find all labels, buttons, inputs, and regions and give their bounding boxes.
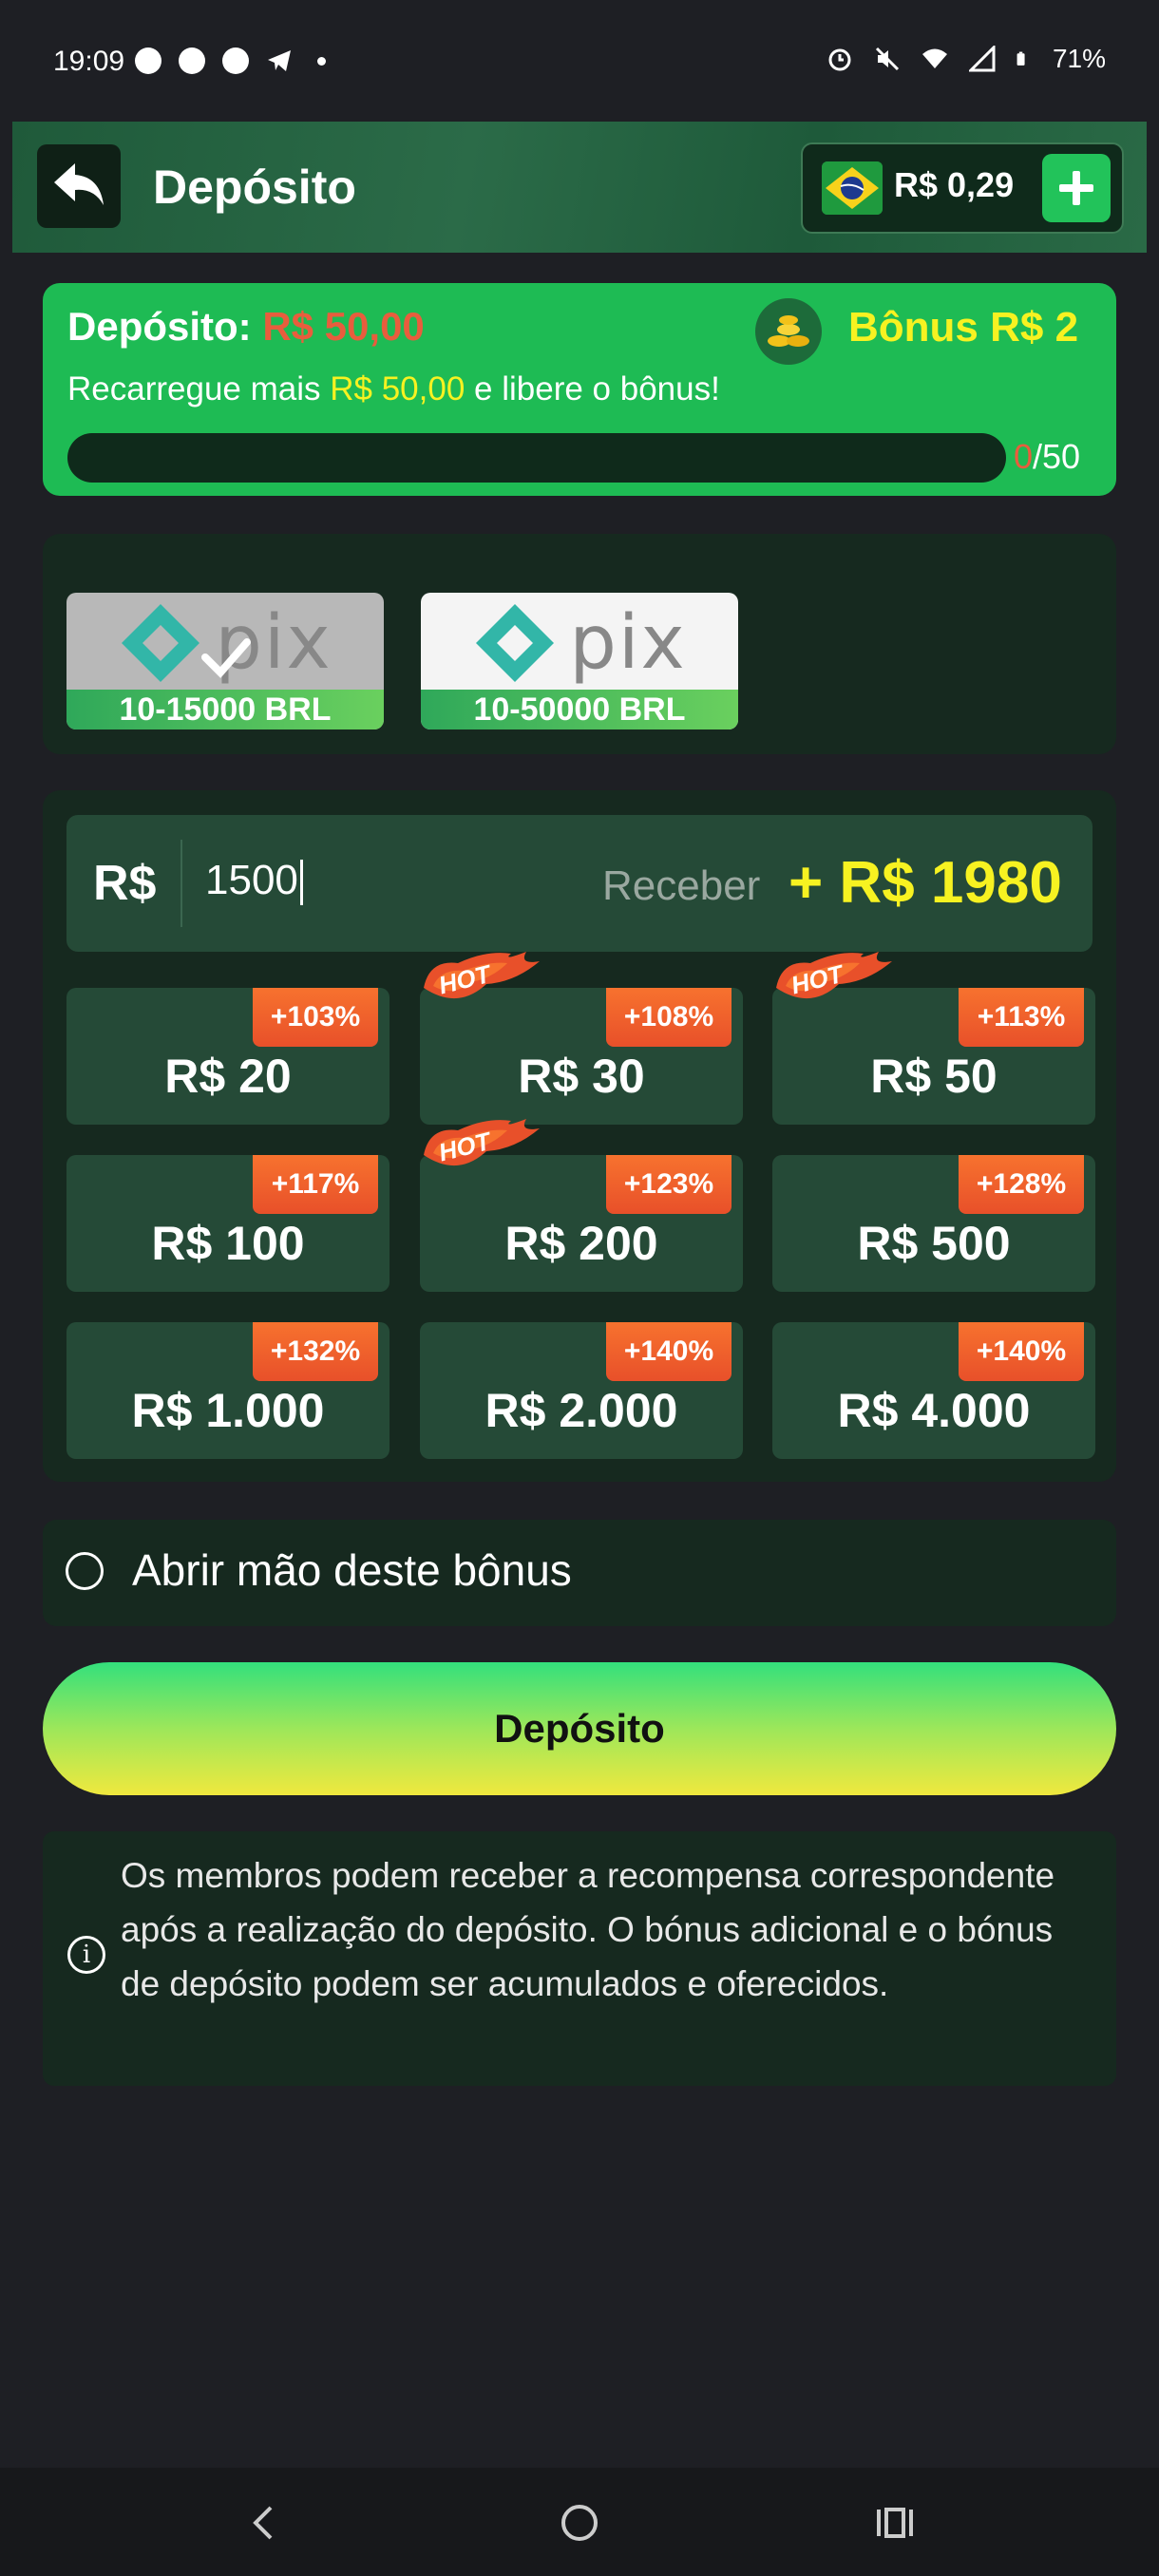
amount-panel: R$ 1500 Receber + R$ 1980 +103% R$ 20 +108…	[43, 790, 1116, 1482]
pix-brand: pix	[569, 600, 687, 686]
amount-option-value: R$ 1.000	[131, 1384, 325, 1437]
forfeit-radio[interactable]	[66, 1552, 104, 1590]
balance-widget: R$ 0,29	[801, 142, 1124, 234]
bonus-percent-badge: +113%	[959, 988, 1084, 1047]
balance-amount: R$ 0,29	[894, 165, 1015, 204]
notification-icons	[135, 47, 326, 74]
amount-option-value: R$ 20	[164, 1050, 292, 1103]
hot-badge-icon: HOT	[776, 952, 892, 999]
bonus-amount: Bônus R$ 2	[848, 304, 1079, 350]
bonus-percent-badge: +117%	[253, 1155, 378, 1214]
amount-option[interactable]: +103% R$ 20	[66, 988, 390, 1125]
back-button[interactable]	[37, 144, 121, 228]
progress-count: 0/50	[1014, 437, 1080, 477]
currency-label: R$	[93, 856, 157, 911]
info-card: i Os membros podem receber a recompensa …	[43, 1831, 1116, 2086]
payment-range: 10-15000 BRL	[66, 690, 384, 729]
amount-option[interactable]: +132% R$ 1.000	[66, 1322, 390, 1459]
deposit-label-text: Depósito:	[67, 304, 252, 349]
pix-diamond-icon	[476, 604, 555, 682]
bonus-subtitle: Recarregue mais R$ 50,00 e libere o bônu…	[67, 370, 720, 408]
deposit-button[interactable]: Depósito	[43, 1662, 1116, 1795]
back-arrow-icon	[54, 163, 104, 205]
whatsapp-icon	[135, 47, 162, 74]
brazil-flag-icon	[822, 161, 883, 215]
amount-option-value: R$ 2.000	[484, 1384, 678, 1437]
nav-recents-button[interactable]	[866, 2496, 923, 2549]
progress-total: /50	[1033, 437, 1081, 476]
payment-range: 10-50000 BRL	[421, 690, 738, 729]
amount-option[interactable]: +128% R$ 500	[772, 1155, 1095, 1292]
hot-badge-icon: HOT	[424, 1119, 540, 1166]
bonus-percent-badge: +123%	[606, 1155, 732, 1214]
page-title: Depósito	[153, 161, 356, 214]
signal-icon	[968, 46, 996, 72]
amount-option-value: R$ 200	[504, 1217, 658, 1270]
bonus-card: Depósito: R$ 50,00 Bônus R$ 2 Recarregue…	[43, 283, 1116, 496]
system-icons: 71%	[826, 44, 1106, 74]
add-balance-button[interactable]	[1042, 154, 1111, 222]
amount-option-value: R$ 100	[151, 1217, 305, 1270]
amount-option-value: R$ 4.000	[837, 1384, 1031, 1437]
amount-input-value: 1500	[205, 857, 298, 903]
app-header: Depósito R$ 0,29	[12, 122, 1147, 253]
nav-home-button[interactable]	[551, 2496, 608, 2549]
pix-diamond-icon	[122, 604, 200, 682]
bonus-percent-badge: +103%	[253, 988, 378, 1047]
payment-method-pix-2[interactable]: pix 10-50000 BRL	[421, 593, 738, 729]
hot-badge-icon: HOT	[424, 952, 540, 999]
battery-icon	[1016, 51, 1025, 66]
amount-input-row: R$ 1500 Receber + R$ 1980	[66, 815, 1092, 952]
forfeit-label: Abrir mão deste bônus	[132, 1545, 572, 1595]
amount-option[interactable]: +117% R$ 100	[66, 1155, 390, 1292]
bonus-percent-badge: +140%	[606, 1322, 732, 1381]
status-bar: 19:09 71%	[0, 0, 1159, 123]
chat-icon	[179, 47, 205, 74]
recents-icon	[877, 2508, 913, 2538]
mute-icon	[875, 47, 900, 71]
subtitle-amount: R$ 50,00	[330, 370, 466, 407]
bonus-deposit-label: Depósito: R$ 50,00	[67, 304, 425, 350]
bonus-progress-bar	[67, 433, 1006, 483]
input-divider	[180, 840, 182, 927]
home-circle-icon	[561, 2505, 598, 2541]
pix-logo: pix	[421, 593, 738, 693]
more-notifications-dot	[317, 56, 326, 66]
amount-option[interactable]: +140% R$ 2.000	[420, 1322, 743, 1459]
check-icon	[201, 638, 251, 678]
bonus-percent-badge: +108%	[606, 988, 732, 1047]
amount-option[interactable]: +140% R$ 4.000	[772, 1322, 1095, 1459]
nav-back-button[interactable]	[234, 2496, 291, 2549]
messenger-icon	[222, 47, 249, 74]
payment-methods-panel: pix 10-15000 BRL pix 10-50000 BRL	[43, 534, 1116, 754]
text-caret	[299, 860, 303, 906]
subtitle-prefix: Recarregue mais	[67, 370, 331, 407]
receive-label: Receber	[602, 862, 761, 909]
bonus-percent-badge: +132%	[253, 1322, 378, 1381]
chevron-left-icon	[253, 2506, 273, 2540]
telegram-icon	[266, 47, 293, 74]
info-text: Os membros podem receber a recompensa co…	[121, 1856, 1055, 2003]
deposit-required-value: R$ 50,00	[262, 304, 425, 349]
alarm-icon	[828, 48, 851, 71]
battery-level: 71%	[1052, 44, 1106, 73]
amount-input[interactable]: 1500	[205, 857, 303, 906]
info-icon: i	[67, 1936, 105, 1974]
progress-current: 0	[1014, 437, 1034, 476]
receive-value: + R$ 1980	[788, 850, 1062, 916]
wifi-icon	[922, 48, 947, 68]
payment-method-pix-1[interactable]: pix 10-15000 BRL	[66, 593, 384, 729]
forfeit-bonus-option[interactable]: Abrir mão deste bônus	[43, 1520, 1116, 1626]
amount-option-value: R$ 30	[518, 1050, 645, 1103]
gold-coins-icon	[755, 298, 822, 365]
bonus-percent-badge: +140%	[959, 1322, 1084, 1381]
system-navigation-bar	[0, 2468, 1159, 2576]
amount-option-value: R$ 50	[870, 1050, 998, 1103]
status-time: 19:09	[53, 46, 125, 77]
plus-icon	[1059, 171, 1093, 205]
subtitle-suffix: e libere o bônus!	[465, 370, 720, 407]
amount-option-value: R$ 500	[857, 1217, 1011, 1270]
bonus-percent-badge: +128%	[959, 1155, 1084, 1214]
